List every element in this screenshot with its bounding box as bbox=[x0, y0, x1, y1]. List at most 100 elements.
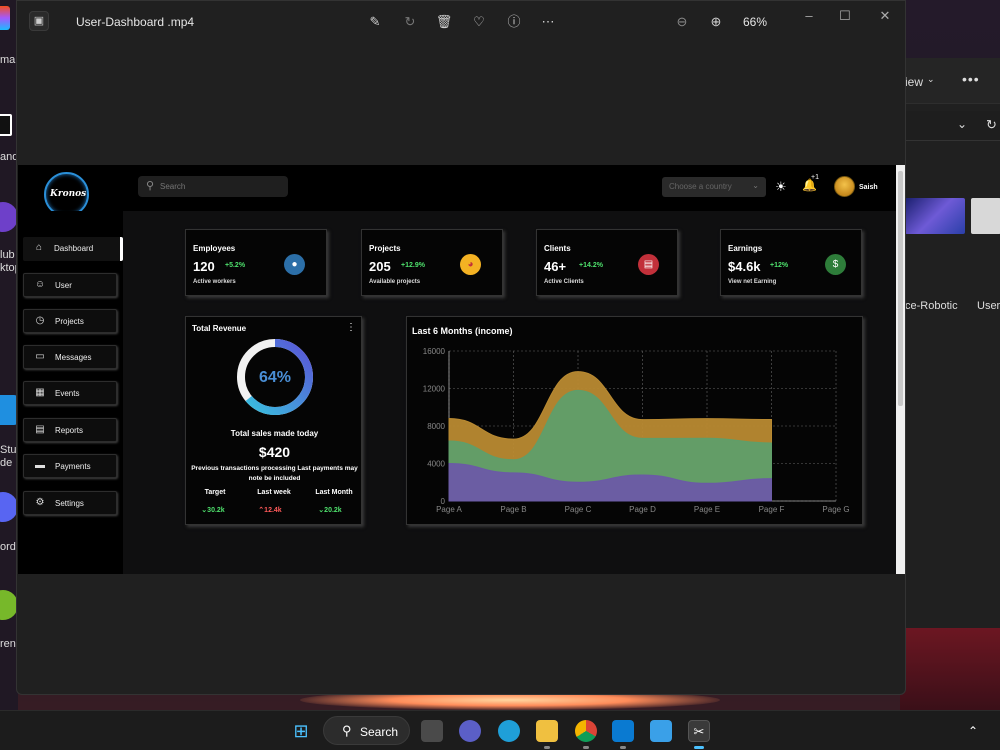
card-title: Employees bbox=[193, 244, 236, 253]
video-thumbnail[interactable] bbox=[905, 198, 965, 234]
revenue-title: Total Revenue bbox=[192, 324, 247, 333]
total-revenue-card: Total Revenue ⋮ 64% Total sales made tod… bbox=[185, 316, 362, 525]
chevron-down-icon[interactable]: ⌄ bbox=[957, 117, 967, 131]
card-value: 120 bbox=[193, 259, 215, 274]
card-subtitle: View net Earning bbox=[728, 279, 777, 285]
kebab-menu-icon[interactable]: ⋮ bbox=[346, 322, 356, 333]
x-tick-label: Page F bbox=[759, 505, 785, 514]
taskbar-search[interactable]: ⚲ Search bbox=[323, 716, 410, 745]
sidebar-item-payments[interactable]: ▬ Payments bbox=[23, 454, 117, 478]
message-icon: ▭ bbox=[35, 351, 45, 362]
search-icon: ⚲ bbox=[342, 723, 352, 738]
rotate-icon[interactable]: ↻ bbox=[401, 13, 419, 31]
sidebar-item-projects[interactable]: ◷ Projects bbox=[23, 309, 117, 333]
x-tick-label: Page A bbox=[436, 505, 462, 514]
country-select[interactable]: Choose a country ⌄ bbox=[662, 177, 766, 197]
app-square-icon[interactable] bbox=[0, 114, 12, 136]
media-viewer-window: ▣ User-Dashboard .mp4 ✎ ↻ 🗑 ♡ ⓘ ⋯ ⊖ ⊕ 66… bbox=[16, 0, 906, 695]
zoom-in-icon[interactable]: ⊕ bbox=[707, 13, 725, 31]
sidebar-item-dashboard[interactable]: ⌂ Dashboard bbox=[23, 237, 123, 261]
maximize-icon[interactable]: ☐ bbox=[835, 7, 855, 25]
stat-label-last-month: Last Month bbox=[315, 489, 353, 496]
dashboard-content: Employees 120 +5.2% Active workers ● Pro… bbox=[123, 211, 896, 574]
minimize-icon[interactable]: – bbox=[799, 7, 819, 25]
desktop-label-3: lub bbox=[0, 249, 15, 261]
zoom-out-icon[interactable]: ⊖ bbox=[673, 13, 691, 31]
desktop-label-1: ma bbox=[0, 54, 16, 66]
sidebar-item-events[interactable]: ▦ Events bbox=[23, 381, 117, 405]
view-menu[interactable]: iew bbox=[905, 75, 923, 89]
kpi-card-projects[interactable]: Projects 205 +12.9% Available projects ◕ bbox=[361, 229, 503, 296]
chevron-up-icon[interactable]: ⌃ bbox=[962, 720, 984, 742]
file-name[interactable]: ce-Robotic bbox=[905, 300, 958, 312]
card-delta: +5.2% bbox=[225, 262, 246, 269]
card-subtitle: Active workers bbox=[193, 279, 236, 285]
gear-icon: ⚙ bbox=[35, 497, 45, 508]
card-delta: +12% bbox=[770, 262, 789, 269]
vscode-icon[interactable] bbox=[612, 720, 634, 742]
chrome-icon[interactable] bbox=[575, 720, 597, 742]
user-icon: ☺ bbox=[34, 279, 46, 290]
sidebar-item-label: Reports bbox=[55, 426, 84, 435]
kpi-card-clients[interactable]: Clients 46+ +14.2% Active Clients ▤ bbox=[536, 229, 678, 296]
card-title: Projects bbox=[369, 244, 401, 253]
more-options-icon[interactable]: ••• bbox=[962, 71, 980, 87]
search-box[interactable]: ⚲ bbox=[138, 176, 288, 197]
sidebar-item-label: Settings bbox=[55, 499, 84, 508]
explorer-address-bar: ⌄ ↻ bbox=[905, 111, 1000, 141]
vertical-scrollbar[interactable] bbox=[896, 165, 905, 574]
edge-icon[interactable] bbox=[498, 720, 520, 742]
search-input[interactable] bbox=[160, 179, 280, 194]
card-title: Clients bbox=[544, 244, 571, 253]
delete-icon[interactable]: 🗑 bbox=[435, 13, 453, 31]
windows-start-icon[interactable]: ⊞ bbox=[290, 720, 312, 742]
avatar[interactable] bbox=[834, 176, 855, 197]
refresh-icon[interactable]: ↻ bbox=[986, 117, 997, 133]
chat-icon[interactable] bbox=[459, 720, 481, 742]
revenue-percent: 64% bbox=[258, 369, 292, 386]
stat-value: 12.4k bbox=[264, 507, 282, 514]
video-thumbnail[interactable] bbox=[971, 198, 1000, 234]
user-name[interactable]: Saish bbox=[859, 184, 878, 191]
sidebar-item-messages[interactable]: ▭ Messages bbox=[23, 345, 117, 369]
stat-value: 30.2k bbox=[207, 507, 225, 514]
scrollbar-thumb[interactable] bbox=[898, 171, 903, 406]
sidebar-item-settings[interactable]: ⚙ Settings bbox=[23, 491, 117, 515]
heart-icon[interactable]: ♡ bbox=[470, 13, 488, 31]
x-tick-label: Page B bbox=[500, 505, 526, 514]
sidebar-item-label: User bbox=[55, 281, 72, 290]
stat-value-target: ⌄30.2k bbox=[186, 506, 240, 514]
card-value: 46+ bbox=[544, 259, 567, 274]
file-explorer-window: iew ⌄ ••• ⌄ ↻ ce-Robotic User- bbox=[905, 58, 1000, 628]
task-view-icon[interactable] bbox=[421, 720, 443, 742]
close-icon[interactable]: ✕ bbox=[875, 7, 895, 25]
sidebar-item-user[interactable]: ☺ User bbox=[23, 273, 117, 297]
file-name[interactable]: User- bbox=[977, 300, 1000, 312]
snipping-tool-icon[interactable]: ✂ bbox=[688, 720, 710, 742]
briefcase-icon: ▤ bbox=[638, 254, 659, 275]
kpi-card-employees[interactable]: Employees 120 +5.2% Active workers ● bbox=[185, 229, 327, 296]
kpi-card-earnings[interactable]: Earnings $4.6k +12% View net Earning $ bbox=[720, 229, 862, 296]
wallpaper-red-area bbox=[900, 625, 1000, 710]
card-subtitle: Available projects bbox=[369, 279, 421, 285]
stat-label-target: Target bbox=[204, 489, 226, 496]
x-tick-label: Page C bbox=[565, 505, 592, 514]
running-indicator bbox=[544, 746, 550, 749]
photos-icon[interactable] bbox=[650, 720, 672, 742]
zoom-level[interactable]: 66% bbox=[743, 15, 767, 29]
theme-toggle-sun-icon[interactable]: ☀ bbox=[775, 179, 787, 195]
file-explorer-icon[interactable] bbox=[536, 720, 558, 742]
stat-label-last-week: Last week bbox=[257, 489, 291, 496]
dashboard-topbar: Kronos ⚲ Choose a country ⌄ ☀ 🔔 +1 Saish bbox=[18, 165, 896, 217]
sidebar-item-reports[interactable]: ▤ Reports bbox=[23, 418, 117, 442]
chevron-down-icon: ⌄ bbox=[927, 74, 935, 84]
y-tick-label: 16000 bbox=[423, 347, 446, 356]
info-icon[interactable]: ⓘ bbox=[505, 13, 523, 31]
sidebar-item-label: Dashboard bbox=[54, 244, 94, 253]
edit-image-icon[interactable]: ✎ bbox=[366, 13, 384, 31]
video-frame[interactable]: Kronos ⚲ Choose a country ⌄ ☀ 🔔 +1 Saish… bbox=[18, 165, 905, 574]
more-icon[interactable]: ⋯ bbox=[539, 13, 557, 31]
figma-icon[interactable] bbox=[0, 6, 10, 30]
notification-badge: +1 bbox=[811, 174, 819, 181]
taskbar: ⊞ ⚲ Search ✂ ⌃ bbox=[0, 710, 1000, 750]
